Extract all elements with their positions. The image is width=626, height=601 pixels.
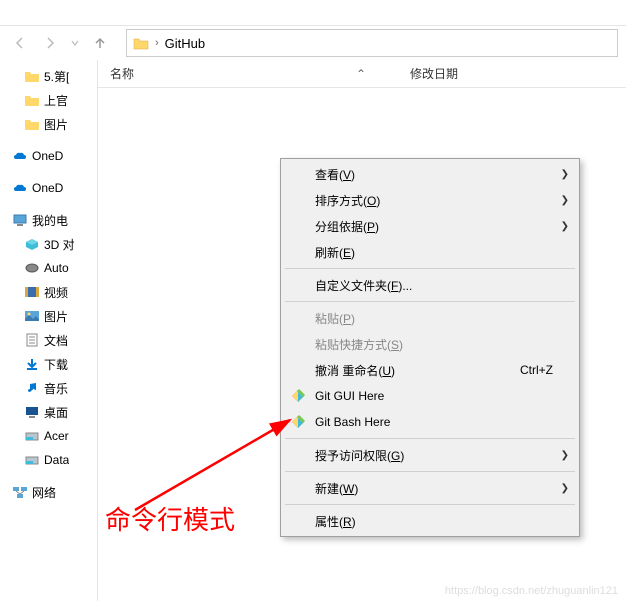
menu-separator bbox=[285, 504, 575, 505]
menu-sort[interactable]: 排序方式(O)❯ bbox=[283, 187, 577, 213]
sidebar-onedrive[interactable]: OneD bbox=[0, 144, 97, 168]
video-icon bbox=[24, 285, 40, 299]
onedrive-icon bbox=[12, 149, 28, 163]
column-modified[interactable]: 修改日期 bbox=[398, 60, 470, 87]
context-menu: 查看(V)❯ 排序方式(O)❯ 分组依据(P)❯ 刷新(E) 自定义文件夹(F)… bbox=[280, 158, 580, 537]
sidebar-pictures[interactable]: 图片 bbox=[0, 304, 97, 328]
sidebar-disk[interactable]: Acer bbox=[0, 424, 97, 448]
music-icon bbox=[24, 381, 40, 395]
menu-separator bbox=[285, 301, 575, 302]
desktop-icon bbox=[24, 405, 40, 419]
autodesk-icon bbox=[24, 261, 40, 275]
shortcut-label: Ctrl+Z bbox=[520, 363, 553, 377]
menu-grant-access[interactable]: 授予访问权限(G)❯ bbox=[283, 442, 577, 468]
menu-new[interactable]: 新建(W)❯ bbox=[283, 475, 577, 501]
column-headers: 名称 ⌃ 修改日期 bbox=[98, 60, 626, 88]
chevron-right-icon: ❯ bbox=[561, 195, 569, 206]
menu-group[interactable]: 分组依据(P)❯ bbox=[283, 213, 577, 239]
sidebar-autodesk[interactable]: Auto bbox=[0, 256, 97, 280]
folder-icon bbox=[133, 36, 149, 50]
sidebar-desktop[interactable]: 桌面 bbox=[0, 400, 97, 424]
sidebar-music[interactable]: 音乐 bbox=[0, 376, 97, 400]
recent-dropdown[interactable] bbox=[68, 31, 82, 55]
sidebar-documents[interactable]: 文档 bbox=[0, 328, 97, 352]
pictures-icon bbox=[24, 309, 40, 323]
chevron-right-icon: ❯ bbox=[561, 221, 569, 232]
menu-paste-shortcut: 粘贴快捷方式(S) bbox=[283, 331, 577, 357]
folder-icon bbox=[24, 93, 40, 107]
back-button[interactable] bbox=[8, 31, 32, 55]
menu-refresh[interactable]: 刷新(E) bbox=[283, 239, 577, 265]
address-bar[interactable]: › GitHub bbox=[126, 29, 618, 57]
chevron-right-icon: ❯ bbox=[561, 483, 569, 494]
disk-icon bbox=[24, 429, 40, 443]
sidebar-folder[interactable]: 上官 bbox=[0, 88, 97, 112]
sidebar-network[interactable]: 网络 bbox=[0, 480, 97, 504]
forward-button[interactable] bbox=[38, 31, 62, 55]
sidebar-folder[interactable]: 5.第[ bbox=[0, 64, 97, 88]
folder-icon bbox=[24, 117, 40, 131]
column-name[interactable]: 名称 ⌃ bbox=[98, 60, 398, 87]
network-icon bbox=[12, 485, 28, 499]
menu-paste: 粘贴(P) bbox=[283, 305, 577, 331]
menu-properties[interactable]: 属性(R) bbox=[283, 508, 577, 534]
onedrive-icon bbox=[12, 181, 28, 195]
disk-icon bbox=[24, 453, 40, 467]
up-button[interactable] bbox=[88, 31, 112, 55]
menu-git-gui[interactable]: Git GUI Here bbox=[283, 383, 577, 409]
chevron-right-icon: ❯ bbox=[561, 169, 569, 180]
sidebar-this-pc[interactable]: 我的电 bbox=[0, 208, 97, 232]
sidebar-downloads[interactable]: 下载 bbox=[0, 352, 97, 376]
menu-git-bash[interactable]: Git Bash Here bbox=[283, 409, 577, 435]
sidebar-videos[interactable]: 视频 bbox=[0, 280, 97, 304]
sort-indicator-icon: ⌃ bbox=[356, 67, 366, 81]
sidebar-disk[interactable]: Data bbox=[0, 448, 97, 472]
git-icon bbox=[291, 389, 305, 403]
sidebar-onedrive[interactable]: OneD bbox=[0, 176, 97, 200]
sidebar: 5.第[ 上官 图片 OneD OneD 我的电 3D 对 bbox=[0, 60, 98, 601]
folder-icon bbox=[24, 69, 40, 83]
menu-view[interactable]: 查看(V)❯ bbox=[283, 161, 577, 187]
documents-icon bbox=[24, 333, 40, 347]
window-tabs bbox=[0, 0, 626, 26]
downloads-icon bbox=[24, 357, 40, 371]
pc-icon bbox=[12, 213, 28, 227]
menu-undo[interactable]: 撤消 重命名(U)Ctrl+Z bbox=[283, 357, 577, 383]
chevron-right-icon: › bbox=[155, 37, 159, 49]
git-icon bbox=[291, 415, 305, 429]
chevron-right-icon: ❯ bbox=[561, 450, 569, 461]
menu-separator bbox=[285, 471, 575, 472]
menu-separator bbox=[285, 438, 575, 439]
menu-separator bbox=[285, 268, 575, 269]
menu-customize[interactable]: 自定义文件夹(F)... bbox=[283, 272, 577, 298]
cube-icon bbox=[24, 237, 40, 251]
nav-bar: › GitHub bbox=[0, 26, 626, 60]
sidebar-3d[interactable]: 3D 对 bbox=[0, 232, 97, 256]
breadcrumb-current[interactable]: GitHub bbox=[165, 36, 205, 51]
sidebar-folder[interactable]: 图片 bbox=[0, 112, 97, 136]
